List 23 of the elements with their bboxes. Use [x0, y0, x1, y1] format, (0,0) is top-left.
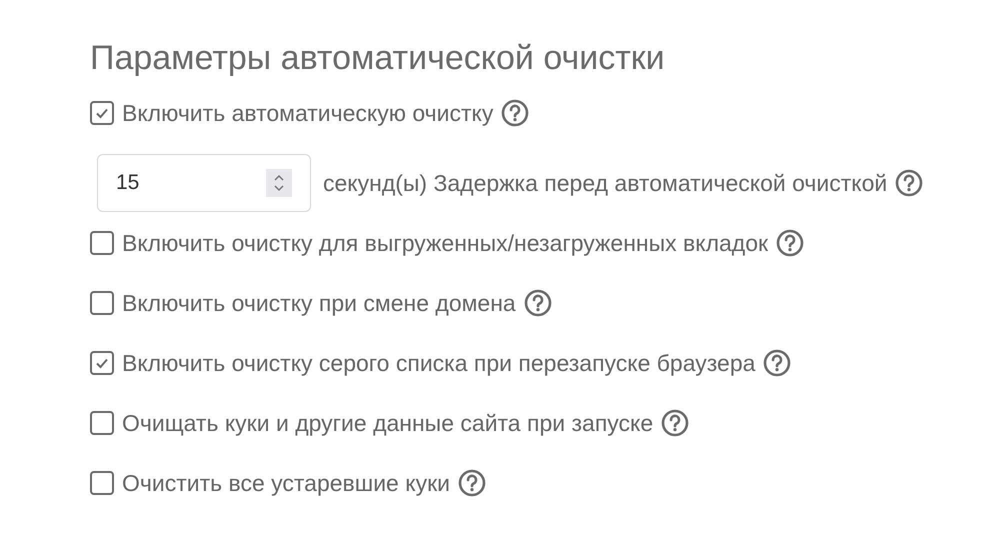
help-icon[interactable]	[763, 349, 792, 377]
option-label: Включить очистку для выгруженных/незагруженных вкладок	[122, 230, 768, 256]
help-icon[interactable]	[501, 99, 530, 127]
checkbox[interactable]	[90, 351, 114, 375]
option-label: Очистить все устаревшие куки	[122, 470, 450, 496]
checkbox[interactable]	[90, 291, 114, 315]
section-title: Параметры автоматической очистки	[90, 38, 666, 78]
option-label: Включить очистку при смене домена	[122, 290, 516, 316]
option-label: Включить очистку серого списка при перезапуске браузера	[122, 350, 756, 376]
option-label: Включить автоматическую очистку	[122, 100, 494, 126]
option-label: секунд(ы) Задержка перед автоматической очисткой	[323, 170, 888, 196]
checkbox[interactable]	[90, 411, 114, 435]
help-icon[interactable]	[458, 469, 486, 497]
checkbox[interactable]	[90, 101, 114, 125]
checkbox[interactable]	[90, 231, 114, 255]
option-label: Очищать куки и другие данные сайта при запуске	[122, 410, 654, 436]
field-value: 15	[116, 171, 140, 195]
checkbox[interactable]	[90, 471, 114, 495]
help-icon[interactable]	[661, 409, 690, 437]
help-icon[interactable]	[895, 169, 924, 197]
number-field[interactable]: 15	[97, 154, 311, 212]
help-icon[interactable]	[776, 229, 804, 257]
help-icon[interactable]	[524, 289, 552, 317]
